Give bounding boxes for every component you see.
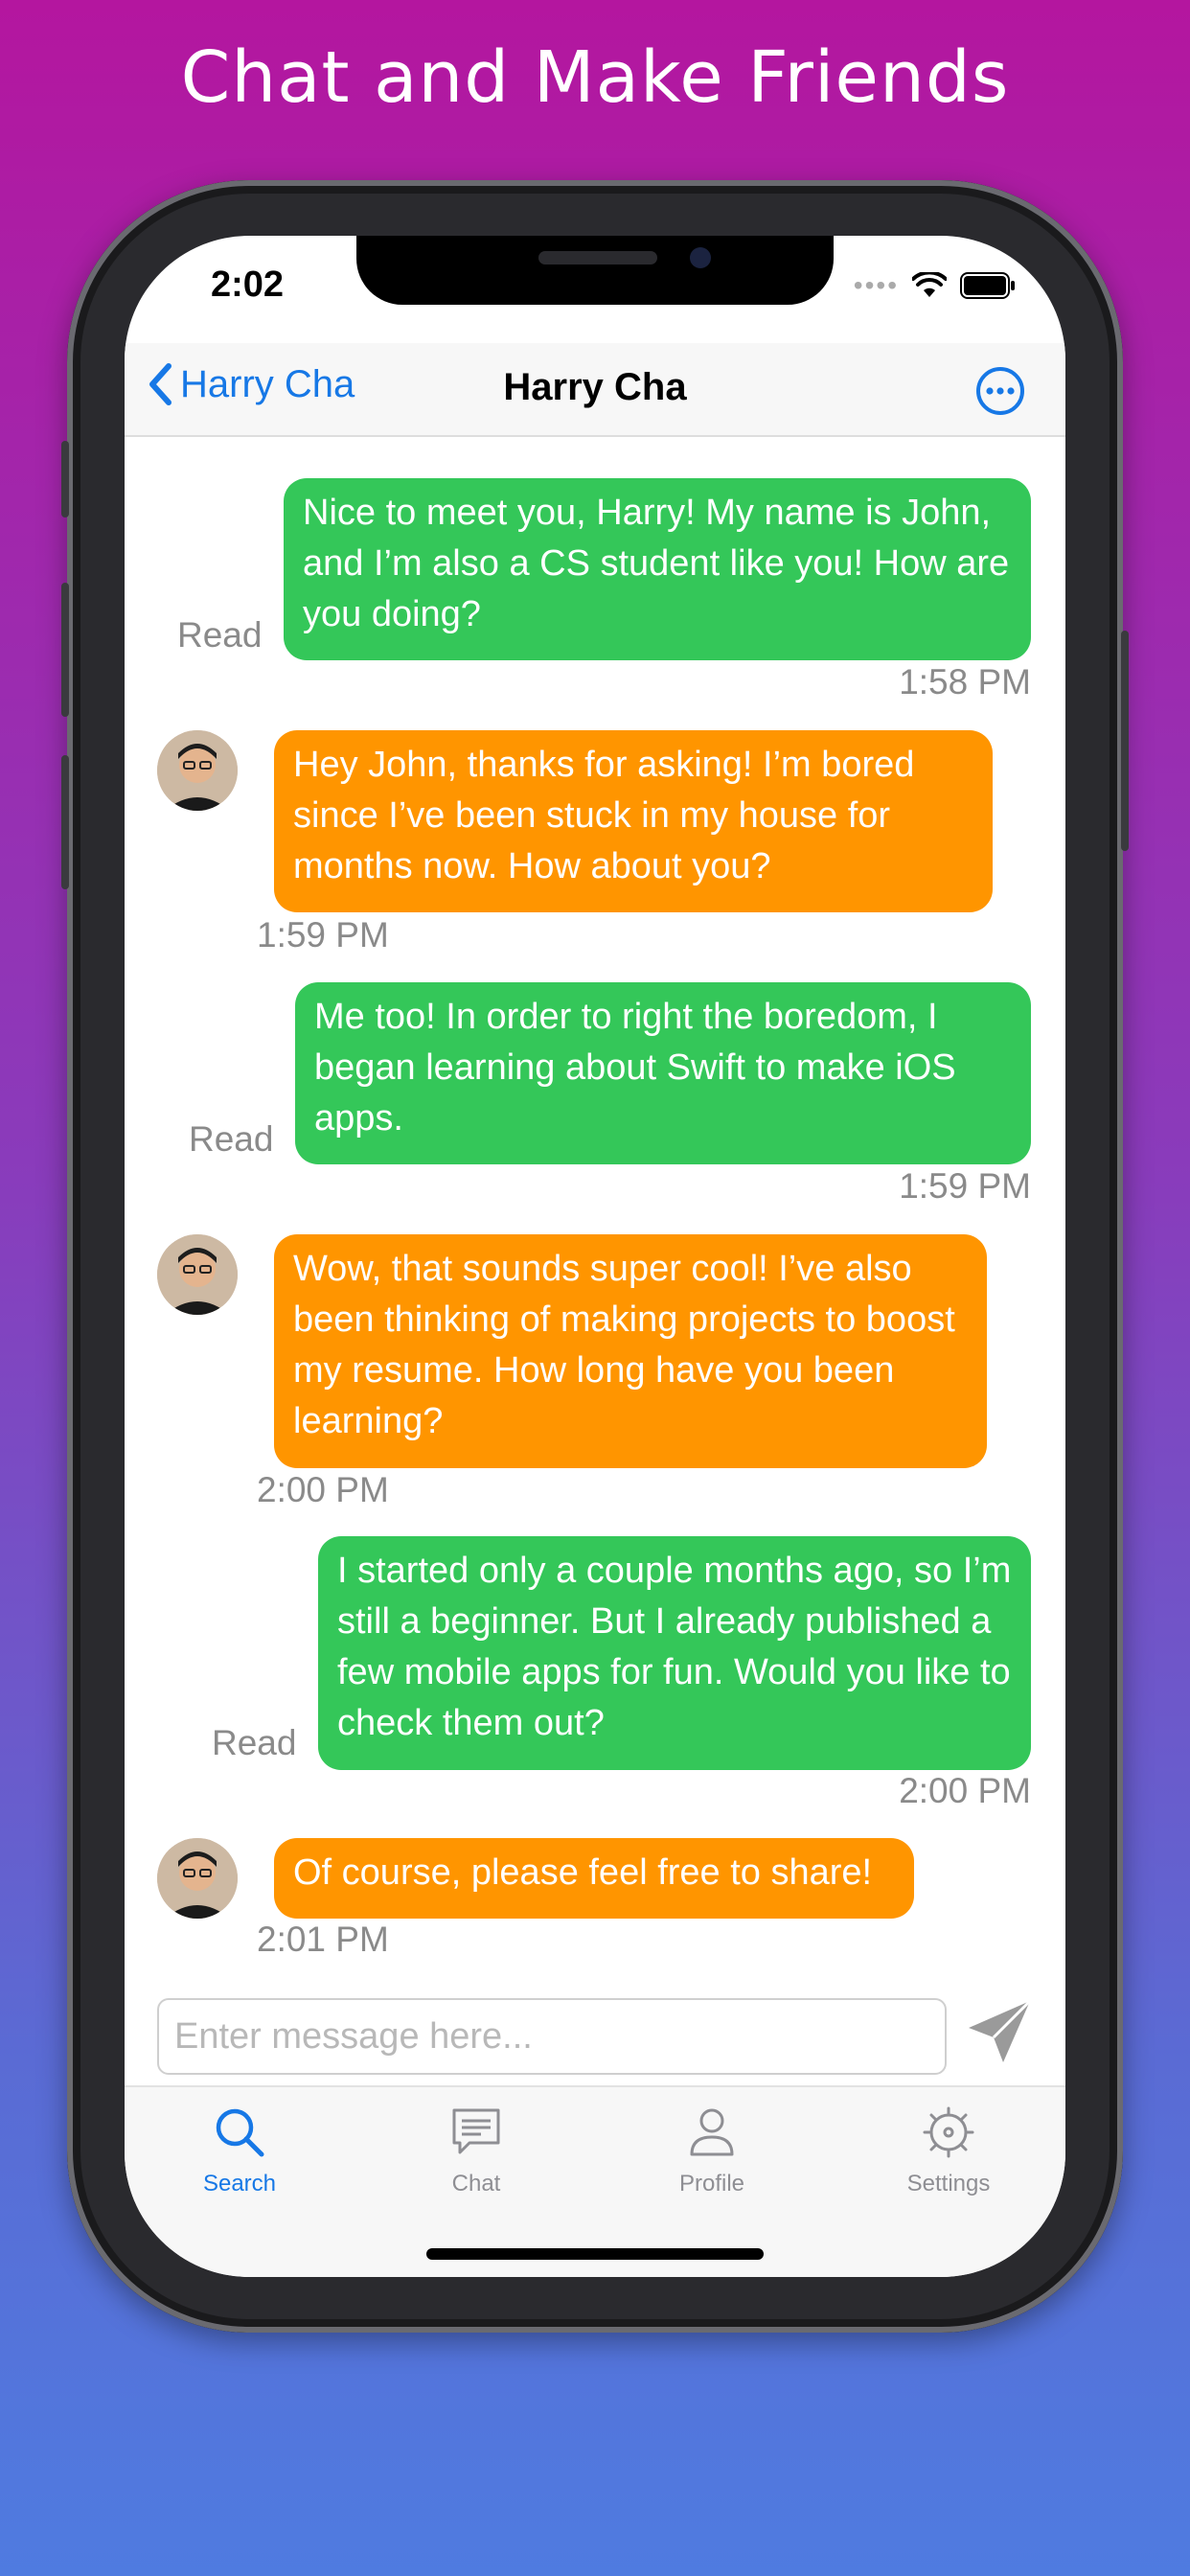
outgoing-message-bubble[interactable]: I started only a couple months ago, so I… [318,1536,1031,1770]
page-headline: Chat and Make Friends [180,36,1010,119]
volume-up-button [61,583,69,717]
tab-settings[interactable]: Settings [872,2104,1025,2197]
battery-icon [960,272,1015,299]
tab-chat[interactable]: Chat [400,2104,553,2197]
incoming-message-bubble[interactable]: Hey John, thanks for asking! I’m bored s… [274,730,993,912]
gear-icon [923,2106,974,2158]
message-input[interactable] [157,1998,947,2075]
message-timestamp: 2:01 PM [257,1920,389,1959]
person-icon [690,2108,734,2156]
back-button[interactable]: Harry Cha [148,362,355,406]
wifi-icon [912,272,947,297]
speaker [538,251,657,264]
phone-screen: 2:02 •••• Harry Cha Harry Cha Nice to me… [125,236,1065,2277]
message-timestamp: 2:00 PM [257,1470,389,1509]
message-timestamp: 1:59 PM [899,1166,1031,1206]
status-icons: •••• [854,270,1016,301]
read-receipt: Read [189,1119,274,1159]
read-receipt: Read [212,1723,297,1762]
avatar[interactable] [157,730,238,811]
avatar[interactable] [157,1234,238,1315]
read-receipt: Read [177,615,263,655]
back-label: Harry Cha [180,362,355,405]
incoming-message-bubble[interactable]: Wow, that sounds super cool! I’ve also b… [274,1234,987,1468]
paper-plane-icon [969,1999,1032,2062]
power-button [1121,631,1129,851]
outgoing-message-bubble[interactable]: Me too! In order to right the boredom, I… [295,982,1031,1164]
message-timestamp: 2:00 PM [899,1771,1031,1810]
ellipsis-circle-icon [976,367,1024,415]
tab-label: Chat [451,2171,501,2196]
tab-label: Settings [906,2171,991,2196]
home-indicator [426,2248,764,2260]
volume-down-button [61,755,69,889]
status-time: 2:02 [211,264,285,305]
search-icon [216,2108,264,2157]
contact-photo [157,1838,238,1919]
navigation-bar: Harry Cha Harry Cha [125,343,1065,437]
message-timestamp: 1:58 PM [899,662,1031,702]
avatar[interactable] [157,1838,238,1919]
tab-label: Profile [678,2171,745,2196]
notch [356,236,834,305]
message-timestamp: 1:59 PM [257,915,389,954]
more-options-button[interactable] [975,366,1025,421]
incoming-message-bubble[interactable]: Of course, please feel free to share! [274,1838,914,1919]
chevron-left-icon [149,363,172,405]
front-camera [690,247,711,268]
contact-photo [157,1234,238,1315]
contact-photo [157,730,238,811]
tab-label: Search [202,2171,277,2196]
outgoing-message-bubble[interactable]: Nice to meet you, Harry! My name is John… [284,478,1031,660]
send-button[interactable] [963,1995,1036,2073]
mute-switch [61,441,69,518]
chat-bubble-icon [452,2108,500,2154]
tab-search[interactable]: Search [163,2104,316,2197]
signal-dots-icon: •••• [853,270,899,300]
tab-profile[interactable]: Profile [635,2104,789,2197]
